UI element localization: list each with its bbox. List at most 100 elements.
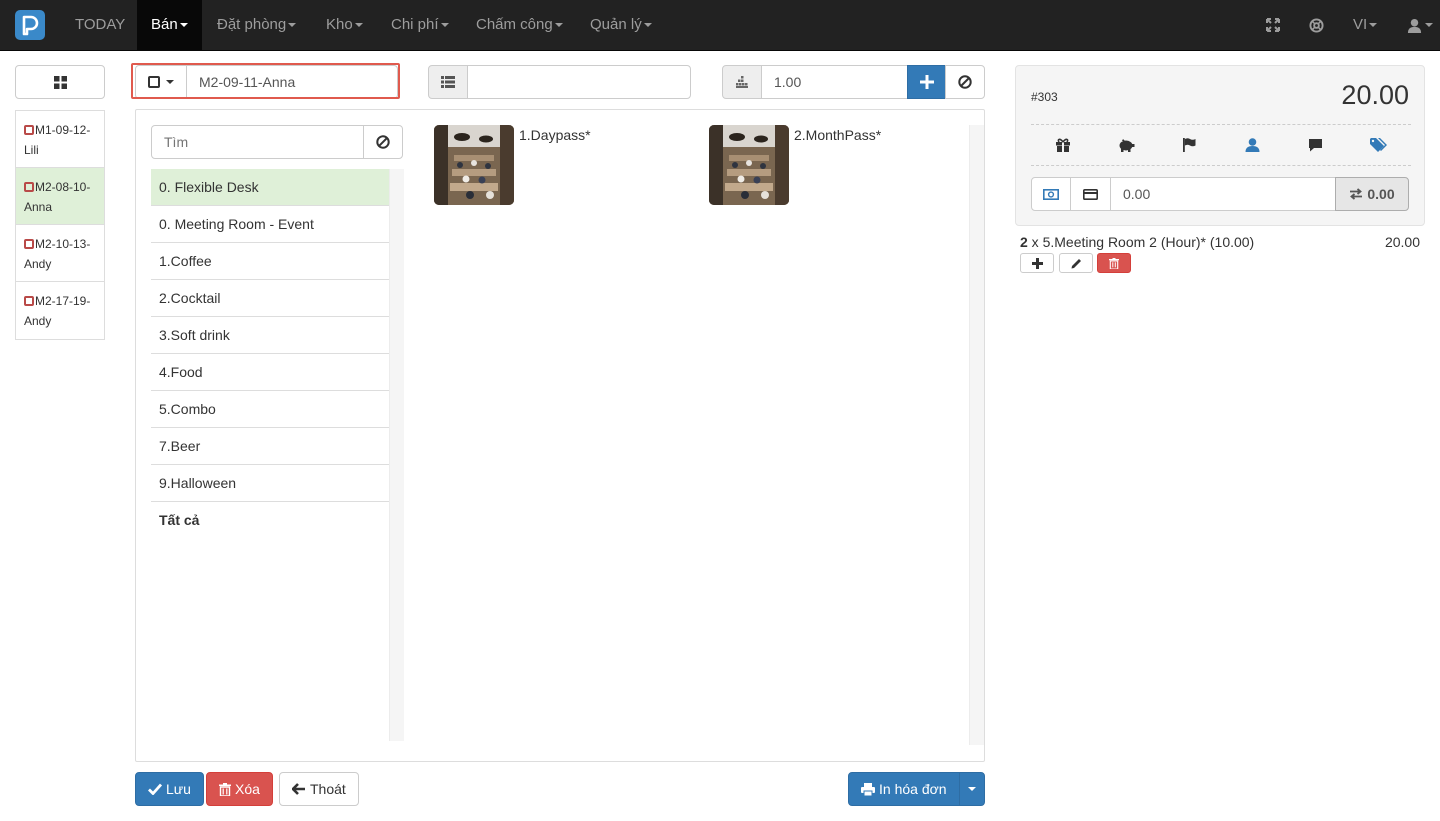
table-status-icon: [24, 296, 34, 306]
print-options-dropdown[interactable]: [959, 772, 985, 806]
table-name-input[interactable]: M2-09-11-Anna: [186, 65, 398, 99]
payment-amount-input[interactable]: 0.00: [1110, 177, 1336, 211]
user-icon: [1407, 18, 1422, 33]
product-scrollbar[interactable]: [969, 125, 984, 745]
table-status-icon: [24, 182, 34, 192]
product-card[interactable]: 2.MonthPass*: [709, 125, 969, 205]
caret-down-icon: [643, 23, 652, 28]
plus-icon: [1031, 257, 1043, 269]
cash-payment-button[interactable]: [1031, 177, 1071, 211]
edit-line-button[interactable]: [1059, 253, 1093, 273]
exit-label: Thoát: [310, 781, 346, 797]
quantity-input[interactable]: 1.00: [761, 65, 908, 99]
plus-icon: [919, 75, 934, 89]
fullscreen-icon[interactable]: [1258, 0, 1288, 50]
category-item[interactable]: 1.Coffee: [151, 243, 389, 280]
change-amount: 0.00: [1367, 186, 1395, 202]
nav-item-label: Quản lý: [590, 16, 642, 33]
order-line[interactable]: 2 x 5.Meeting Room 2 (Hour)* (10.00) 20.…: [1020, 234, 1420, 254]
category-item[interactable]: 3.Soft drink: [151, 317, 389, 354]
print-icon: [861, 782, 875, 796]
add-quantity-button[interactable]: [907, 65, 946, 99]
piggy-bank-icon[interactable]: [1111, 134, 1141, 156]
category-item[interactable]: 9.Halloween: [151, 465, 389, 502]
product-thumbnail: [709, 125, 789, 205]
print-label: In hóa đơn: [879, 781, 947, 797]
product-name: 2.MonthPass*: [794, 127, 882, 143]
customer-icon[interactable]: [1237, 134, 1267, 156]
product-card[interactable]: 1.Daypass*: [434, 125, 694, 205]
category-item[interactable]: Tất cả: [151, 502, 389, 539]
flag-icon[interactable]: [1174, 134, 1204, 156]
barcode-input[interactable]: [467, 65, 691, 99]
increase-line-button[interactable]: [1020, 253, 1054, 273]
category-item[interactable]: 4.Food: [151, 354, 389, 391]
grid-icon: [53, 75, 67, 89]
table-item[interactable]: M2-08-10-Anna: [16, 168, 104, 225]
sort-numeric-icon: [722, 65, 762, 99]
nav-item[interactable]: Đặt phòng: [203, 0, 310, 50]
print-invoice-button[interactable]: In hóa đơn: [848, 772, 960, 806]
save-button[interactable]: Lưu: [135, 772, 204, 806]
category-list: 0. Flexible Desk 0. Meeting Room - Event 1…: [151, 169, 389, 539]
exit-button[interactable]: Thoát: [279, 772, 359, 806]
remove-line-button[interactable]: [1097, 253, 1131, 273]
product-thumbnail: [434, 125, 514, 205]
user-menu[interactable]: [1402, 0, 1438, 50]
order-summary: #303 20.00 0.00 0.00: [1015, 65, 1425, 226]
arrow-left-icon: [292, 783, 305, 795]
nav-item-label: Bán: [151, 16, 178, 33]
delete-button[interactable]: Xóa: [206, 772, 273, 806]
nav-item-label: Kho: [326, 16, 353, 33]
table-item[interactable]: M2-10-13-Andy: [16, 225, 104, 282]
table-item[interactable]: M1-09-12-Lili: [16, 111, 104, 168]
ban-icon: [958, 75, 972, 89]
language-dropdown[interactable]: VI: [1339, 0, 1391, 50]
card-payment-button[interactable]: [1070, 177, 1111, 211]
nav-item[interactable]: Bán: [137, 0, 202, 50]
category-scrollbar[interactable]: [389, 169, 404, 741]
divider: [1031, 124, 1411, 125]
clear-quantity-button[interactable]: [945, 65, 985, 99]
table-selector-group: M2-09-11-Anna: [135, 65, 398, 99]
nav-item-label: Chi phí: [391, 16, 439, 33]
nav-item[interactable]: Chi phí: [377, 0, 463, 50]
category-item[interactable]: 5.Combo: [151, 391, 389, 428]
payment-row: 0.00 0.00: [1031, 177, 1410, 211]
app-logo[interactable]: [15, 10, 45, 40]
caret-down-icon: [554, 23, 563, 28]
language-label: VI: [1353, 16, 1368, 33]
comment-icon[interactable]: [1300, 134, 1330, 156]
nav-item[interactable]: TODAY: [61, 0, 139, 50]
table-status-icon: [24, 125, 34, 135]
change-button[interactable]: 0.00: [1335, 177, 1409, 211]
category-item[interactable]: 7.Beer: [151, 428, 389, 465]
category-search-input[interactable]: [151, 125, 364, 159]
checkbox-icon: [148, 76, 160, 88]
table-status-icon: [24, 239, 34, 249]
table-grid-button[interactable]: [15, 65, 105, 99]
table-select-dropdown[interactable]: [135, 65, 187, 99]
globe-icon[interactable]: [1301, 0, 1331, 50]
tags-icon[interactable]: [1364, 134, 1394, 156]
nav-item[interactable]: Quản lý: [576, 0, 666, 50]
quantity-group: 1.00: [722, 65, 985, 99]
credit-card-icon: [1083, 188, 1098, 200]
list-icon: [428, 65, 468, 99]
caret-down-icon: [968, 787, 976, 791]
gift-icon[interactable]: [1048, 134, 1078, 156]
caret-down-icon: [440, 23, 449, 28]
navbar: TODAY Bán Đặt phòng Kho Chi phí Chấm công Quản…: [0, 0, 1440, 51]
category-item[interactable]: 2.Cocktail: [151, 280, 389, 317]
money-icon: [1043, 188, 1059, 200]
nav-item[interactable]: Kho: [312, 0, 377, 50]
category-item[interactable]: 0. Meeting Room - Event: [151, 206, 389, 243]
table-item[interactable]: M2-17-19-Andy: [16, 282, 104, 339]
nav-item[interactable]: Chấm công: [462, 0, 577, 50]
delete-label: Xóa: [235, 781, 260, 797]
category-item[interactable]: 0. Flexible Desk: [151, 169, 389, 206]
clear-search-button[interactable]: [363, 125, 403, 159]
ban-icon: [376, 135, 390, 149]
order-number: #303: [1031, 90, 1058, 104]
table-list: M1-09-12-Lili M2-08-10-Anna M2-10-13-Andy M…: [15, 110, 105, 340]
